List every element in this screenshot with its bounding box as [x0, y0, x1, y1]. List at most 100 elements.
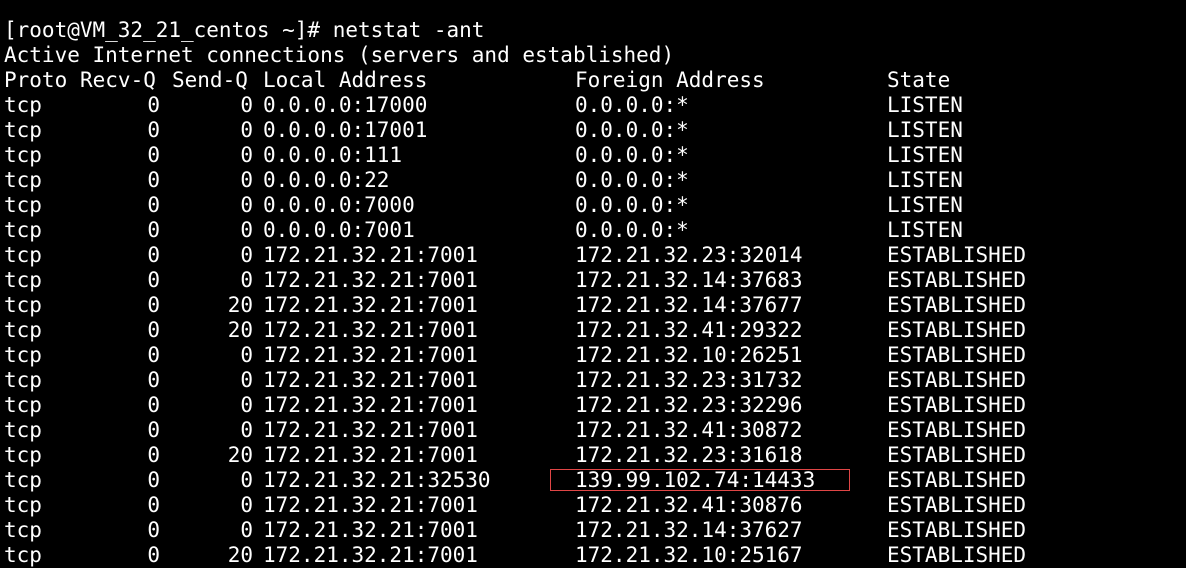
cell-state: ESTABLISHED: [887, 468, 1027, 492]
cell-foreign-address: 0.0.0.0:*: [575, 143, 689, 167]
cell-send-q: 0: [240, 218, 253, 242]
cell-foreign-address: 172.21.32.41:30876: [575, 493, 803, 517]
cell-state: ESTABLISHED: [887, 293, 1027, 317]
cell-local-address: 172.21.32.21:7001: [263, 443, 478, 467]
header-proto: Proto: [4, 68, 68, 92]
cell-foreign-address: 0.0.0.0:*: [575, 193, 689, 217]
cell-state: ESTABLISHED: [887, 343, 1027, 367]
cell-send-q: 0: [240, 518, 253, 542]
cell-foreign-address: 172.21.32.14:37677: [575, 293, 803, 317]
cell-local-address: 172.21.32.21:7001: [263, 343, 478, 367]
cell-state: ESTABLISHED: [887, 268, 1027, 292]
cell-proto: tcp: [4, 268, 42, 292]
cell-proto: tcp: [4, 468, 42, 492]
cell-foreign-address: 0.0.0.0:*: [575, 118, 689, 142]
cell-recv-q: 0: [147, 493, 160, 517]
cell-state: ESTABLISHED: [887, 418, 1027, 442]
cell-foreign-address: 0.0.0.0:*: [575, 93, 689, 117]
cell-send-q: 0: [240, 493, 253, 517]
cell-proto: tcp: [4, 218, 42, 242]
cell-local-address: 172.21.32.21:7001: [263, 268, 478, 292]
cell-local-address: 172.21.32.21:7001: [263, 243, 478, 267]
cell-foreign-address: 172.21.32.23:32296: [575, 393, 803, 417]
cell-recv-q: 0: [147, 368, 160, 392]
cell-foreign-address: 172.21.32.14:37683: [575, 268, 803, 292]
cell-state: ESTABLISHED: [887, 393, 1027, 417]
command-prompt-line: [root@VM_32_21_centos ~]# netstat -ant: [4, 18, 485, 42]
cell-local-address: 0.0.0.0:111: [263, 143, 403, 167]
cell-local-address: 0.0.0.0:7000: [263, 193, 415, 217]
cell-send-q: 0: [240, 418, 253, 442]
cell-proto: tcp: [4, 493, 42, 517]
cell-proto: tcp: [4, 443, 42, 467]
table-row: tcp 0 0 0.0.0.0:7000 0.0.0.0:* LISTEN: [4, 193, 1186, 218]
cell-state: LISTEN: [887, 168, 963, 192]
cell-send-q: 20: [227, 543, 253, 567]
table-row: tcp 0 20 172.21.32.21:7001 172.21.32.41:2932…: [4, 318, 1186, 343]
table-row: tcp 0 20 172.21.32.21:7001 172.21.32.14:3767…: [4, 293, 1186, 318]
cell-local-address: 172.21.32.21:7001: [263, 543, 478, 567]
cell-recv-q: 0: [147, 418, 160, 442]
cell-foreign-address: 172.21.32.41:30872: [575, 418, 803, 442]
cell-foreign-address: 0.0.0.0:*: [575, 168, 689, 192]
cell-proto: tcp: [4, 93, 42, 117]
cell-send-q: 0: [240, 343, 253, 367]
table-row: tcp 0 0 172.21.32.21:7001 172.21.32.23:31732…: [4, 368, 1186, 393]
cell-state: ESTABLISHED: [887, 368, 1027, 392]
cell-state: ESTABLISHED: [887, 518, 1027, 542]
cell-send-q: 0: [240, 93, 253, 117]
cell-state: LISTEN: [887, 93, 963, 117]
cell-send-q: 0: [240, 368, 253, 392]
cell-send-q: 20: [227, 318, 253, 342]
cell-proto: tcp: [4, 168, 42, 192]
cell-send-q: 0: [240, 268, 253, 292]
cell-recv-q: 0: [147, 168, 160, 192]
cell-send-q: 0: [240, 468, 253, 492]
terminal-output[interactable]: [root@VM_32_21_centos ~]# netstat -ant A…: [4, 18, 1186, 568]
cell-local-address: 172.21.32.21:7001: [263, 368, 478, 392]
cell-foreign-address: 172.21.32.23:31618: [575, 443, 803, 467]
cell-local-address: 172.21.32.21:7001: [263, 293, 478, 317]
table-row: tcp 0 20 172.21.32.21:7001 172.21.32.10:2516…: [4, 543, 1186, 568]
cell-recv-q: 0: [147, 293, 160, 317]
cell-proto: tcp: [4, 118, 42, 142]
cell-local-address: 172.21.32.21:7001: [263, 493, 478, 517]
cell-local-address: 172.21.32.21:7001: [263, 393, 478, 417]
cell-state: LISTEN: [887, 218, 963, 242]
cell-local-address: 0.0.0.0:17001: [263, 118, 428, 142]
cell-recv-q: 0: [147, 343, 160, 367]
cell-send-q: 20: [227, 443, 253, 467]
cell-state: ESTABLISHED: [887, 243, 1027, 267]
table-row: tcp 0 0 172.21.32.21:7001 172.21.32.41:30876…: [4, 493, 1186, 518]
header-state: State: [887, 68, 951, 92]
table-row: tcp 0 0 172.21.32.21:7001 172.21.32.23:32296…: [4, 393, 1186, 418]
cell-foreign-address: 172.21.32.23:32014: [575, 243, 803, 267]
cell-foreign-address: 172.21.32.41:29322: [575, 318, 803, 342]
cell-send-q: 0: [240, 193, 253, 217]
cell-state: ESTABLISHED: [887, 493, 1027, 517]
header-send-q: Send-Q: [172, 68, 248, 92]
cell-recv-q: 0: [147, 468, 160, 492]
column-header-row: Proto Recv-Q Send-Q Local Address Foreig…: [4, 68, 1186, 93]
table-row: tcp 0 0 172.21.32.21:7001 172.21.32.41:30872…: [4, 418, 1186, 443]
cell-proto: tcp: [4, 293, 42, 317]
cell-proto: tcp: [4, 393, 42, 417]
cell-foreign-address: 139.99.102.74:14433: [575, 468, 816, 492]
cell-send-q: 0: [240, 143, 253, 167]
cell-local-address: 172.21.32.21:7001: [263, 318, 478, 342]
cell-local-address: 172.21.32.21:7001: [263, 418, 478, 442]
cell-state: ESTABLISHED: [887, 443, 1027, 467]
table-row: tcp 0 0 0.0.0.0:17001 0.0.0.0:* LISTEN: [4, 118, 1186, 143]
netstat-info-line: Active Internet connections (servers and…: [4, 43, 675, 67]
cell-recv-q: 0: [147, 193, 160, 217]
cell-state: ESTABLISHED: [887, 318, 1027, 342]
cell-recv-q: 0: [147, 318, 160, 342]
cell-recv-q: 0: [147, 93, 160, 117]
cell-local-address: 0.0.0.0:17000: [263, 93, 428, 117]
cell-recv-q: 0: [147, 443, 160, 467]
table-row: tcp 0 20 172.21.32.21:7001 172.21.32.23:3161…: [4, 443, 1186, 468]
cell-local-address: 0.0.0.0:7001: [263, 218, 415, 242]
cell-proto: tcp: [4, 418, 42, 442]
header-foreign-address: Foreign Address: [575, 68, 765, 92]
cell-send-q: 0: [240, 243, 253, 267]
